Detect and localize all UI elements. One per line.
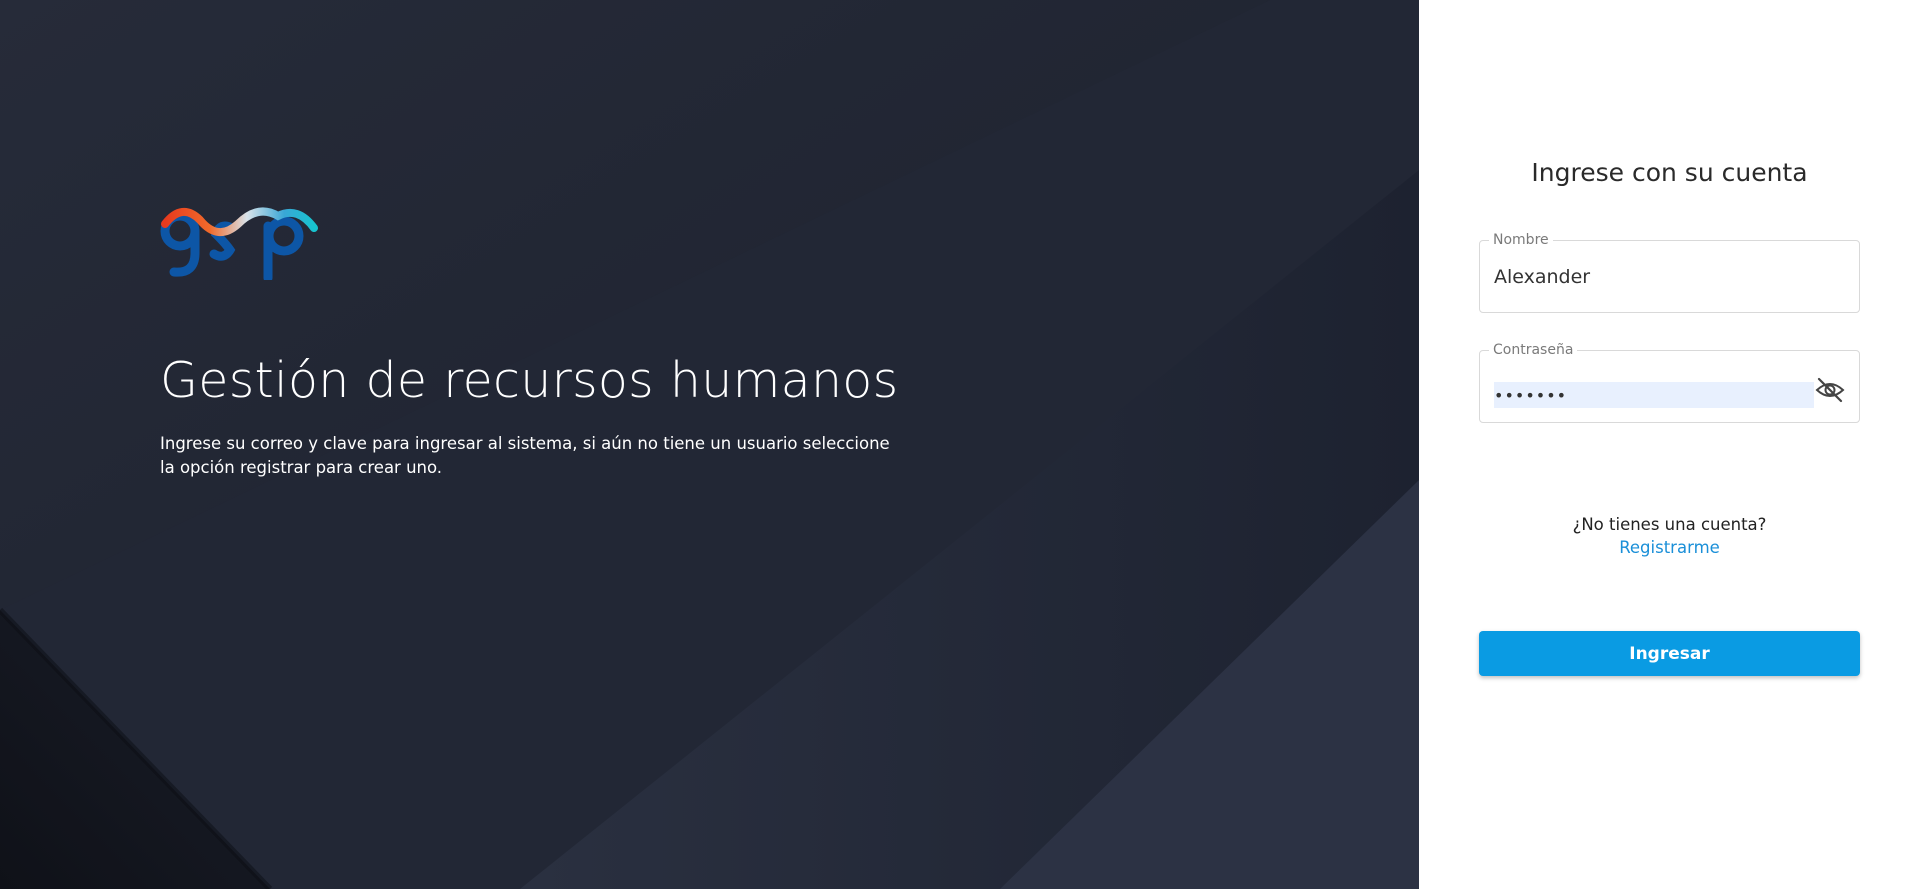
submit-button[interactable]: Ingresar xyxy=(1479,631,1860,676)
name-input[interactable] xyxy=(1494,261,1834,293)
hero-panel: Gestión de recursos humanos Ingrese su c… xyxy=(0,0,1419,889)
password-field[interactable]: Contraseña xyxy=(1479,342,1860,423)
password-input[interactable] xyxy=(1494,382,1814,408)
hero-title: Gestión de recursos humanos xyxy=(160,352,899,409)
hero-description: Ingrese su correo y clave para ingresar … xyxy=(160,434,890,477)
password-field-label: Contraseña xyxy=(1489,342,1578,358)
name-field[interactable]: Nombre xyxy=(1479,232,1860,313)
gsp-logo xyxy=(160,207,318,280)
login-title: Ingrese con su cuenta xyxy=(1531,158,1808,187)
signup-question: ¿No tienes una cuenta? xyxy=(1572,515,1767,534)
signup-link[interactable]: Registrarme xyxy=(1419,538,1920,557)
name-field-label: Nombre xyxy=(1489,232,1553,248)
eye-off-icon[interactable] xyxy=(1815,377,1845,403)
login-panel: Ingrese con su cuenta Nombre Contraseña … xyxy=(1419,0,1920,889)
